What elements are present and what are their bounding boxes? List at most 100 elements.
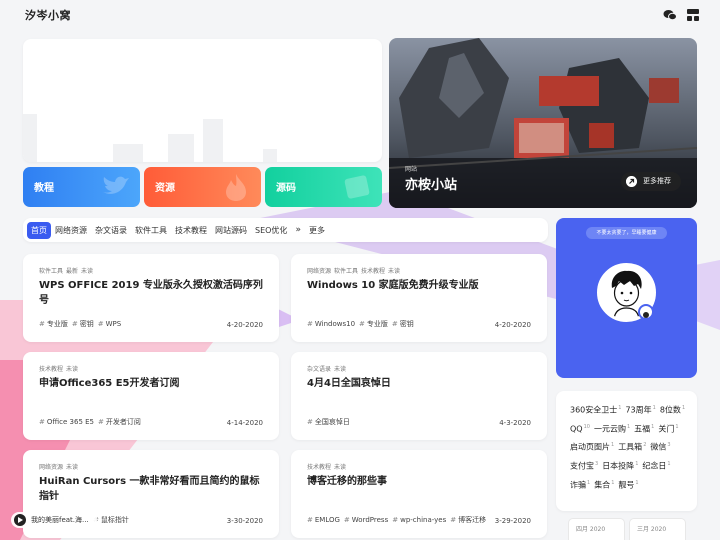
tag-count: 1: [667, 460, 671, 467]
category-source-code[interactable]: 源码: [265, 167, 382, 207]
nav-item-more[interactable]: 更多: [305, 222, 329, 239]
post-card[interactable]: 技术教程 未读 博客迁移的那些事 # EMLOG # WordPress # wp-chin…: [291, 450, 547, 538]
avatar-badge-icon: [638, 304, 654, 320]
tag-item[interactable]: 关门1: [658, 419, 678, 438]
tag-item[interactable]: 日本投降1: [602, 456, 638, 475]
tag-name: 一元云购: [593, 424, 626, 434]
category-resource[interactable]: 资源: [144, 167, 261, 207]
tag-name: 集合: [594, 480, 611, 490]
nav-item-home[interactable]: 首页: [27, 221, 51, 239]
post-keywords: #鼠标指针: [93, 516, 129, 524]
tag-item[interactable]: 集合1: [594, 475, 614, 494]
tag-list: 360安全卫士1 73周年1 8位数1QQ10 一元云购1 五福1 关门1启动页图片1 工具…: [570, 400, 690, 493]
tag-count: 2: [643, 442, 647, 449]
post-date: 3-30-2020: [226, 517, 263, 525]
tag-item[interactable]: 支付宝3: [570, 456, 598, 475]
tag-item[interactable]: 靓号1: [618, 475, 638, 494]
tag-count: 1: [675, 423, 679, 430]
bird-icon: [103, 176, 129, 194]
code-icon: [344, 175, 370, 199]
category-tutorial[interactable]: 教程: [23, 167, 140, 207]
tag-name: 诈骗: [570, 480, 586, 490]
featured-site-category: 网站: [405, 166, 418, 173]
post-keywords: # Windows10 # 专业版 # 密钥: [307, 320, 414, 328]
post-date: 3-29-2020: [494, 517, 531, 525]
tag-count: 1: [635, 479, 639, 486]
hero-banner-placeholder[interactable]: [23, 39, 382, 162]
post-tags: 网络资源 软件工具 技术教程 未读: [307, 268, 401, 275]
post-title[interactable]: 申请Office365 E5开发者订阅: [39, 376, 267, 391]
tag-count: 1: [611, 442, 615, 449]
wechat-icon[interactable]: [662, 7, 678, 23]
tag-item[interactable]: 8位数1: [660, 400, 685, 419]
tag-name: 360安全卫士: [570, 405, 618, 415]
tag-count: 1: [651, 423, 655, 430]
tag-name: 8位数: [659, 405, 681, 415]
category-tutorial-label: 教程: [34, 183, 54, 194]
post-title[interactable]: 博客迁移的那些事: [307, 474, 535, 489]
tag-name: 微信: [650, 442, 667, 452]
tag-count: 1: [635, 460, 639, 467]
post-card[interactable]: 网络资源 软件工具 技术教程 未读 Windows 10 家庭版免费升级专业版 # Wi…: [291, 254, 547, 342]
post-keywords: # EMLOG # WordPress # wp-china-yes # 博客迁移: [307, 516, 487, 524]
category-nav: 首页 网络资源 杂文语录 软件工具 技术教程 网站源码 SEO优化 » 更多: [23, 218, 548, 242]
tag-item[interactable]: 启动页图片1: [570, 437, 614, 456]
post-keywords: # 全国哀悼日: [307, 418, 350, 426]
tag-item[interactable]: 诈骗1: [570, 475, 590, 494]
tag-name: 工具箱: [618, 442, 643, 452]
layout-icon[interactable]: [685, 7, 701, 23]
tag-name: 纪念日: [642, 461, 667, 471]
tag-count: 1: [618, 405, 622, 411]
top-bar: 汐岑小窝: [0, 0, 720, 30]
site-title[interactable]: 汐岑小窝: [25, 7, 71, 23]
more-recommend-button[interactable]: 更多推荐: [621, 172, 681, 191]
post-title[interactable]: HuiRan Cursors 一款非常好看而且简约的鼠标指针: [39, 474, 267, 504]
profile-card: 不要太贪要了，早睡要健康: [556, 218, 697, 378]
flame-icon: [226, 174, 246, 201]
tag-item[interactable]: 纪念日1: [642, 456, 670, 475]
nav-item-software-tools[interactable]: 软件工具: [131, 222, 171, 239]
post-card[interactable]: 技术教程 未读 申请Office365 E5开发者订阅 # Office 365 E…: [23, 352, 279, 440]
post-title[interactable]: WPS OFFICE 2019 专业版永久授权激活码序列号: [39, 278, 267, 308]
nav-item-site-source[interactable]: 网站源码: [211, 222, 251, 239]
tag-name: 73周年: [625, 405, 652, 415]
tag-count: 1: [652, 405, 656, 411]
post-tags: 杂文语录 未读: [307, 366, 347, 373]
tag-name: 日本投降: [602, 461, 635, 471]
post-tags: 技术教程 未读: [39, 366, 79, 373]
post-date: 4-14-2020: [226, 419, 263, 427]
tag-item[interactable]: 五福1: [634, 419, 654, 438]
category-resource-label: 资源: [155, 183, 175, 194]
nav-item-network-resources[interactable]: 网络资源: [51, 222, 91, 239]
tag-item[interactable]: 73周年1: [625, 400, 655, 419]
featured-site-title[interactable]: 亦桉小站: [405, 174, 457, 193]
tag-item[interactable]: 微信3: [650, 437, 670, 456]
post-card[interactable]: 杂文语录 未读 4月4日全国哀悼日 # 全国哀悼日 4-3-2020: [291, 352, 547, 440]
tag-count: 1: [626, 423, 631, 430]
tag-item[interactable]: 一元云购1: [594, 419, 630, 438]
nav-item-tech-tutorials[interactable]: 技术教程: [171, 222, 211, 239]
nav-item-seo[interactable]: SEO优化: [251, 222, 291, 239]
nav-item-essays[interactable]: 杂文语录: [91, 222, 131, 239]
tag-count: 10: [583, 423, 590, 430]
nav-scroll-arrow[interactable]: »: [291, 225, 305, 235]
post-title[interactable]: Windows 10 家庭版免费升级专业版: [307, 278, 535, 293]
archive-april-2020[interactable]: 四月 2020: [568, 518, 625, 540]
tag-item[interactable]: QQ10: [570, 419, 590, 438]
post-title[interactable]: 4月4日全国哀悼日: [307, 376, 535, 391]
music-player[interactable]: 我的美丽feat.海...: [11, 512, 97, 528]
play-icon[interactable]: [14, 514, 26, 526]
featured-site-card[interactable]: 网站 亦桉小站 更多推荐: [389, 38, 697, 208]
tag-name: 启动页图片: [570, 442, 610, 452]
tag-count: 1: [587, 479, 591, 486]
post-card[interactable]: 软件工具 最新 未读 WPS OFFICE 2019 专业版永久授权激活码序列号 #…: [23, 254, 279, 342]
post-date: 4-3-2020: [499, 419, 531, 427]
profile-motto: 不要太贪要了，早睡要健康: [586, 227, 667, 239]
tag-name: 靓号: [618, 480, 635, 490]
arrow-up-right-icon: [626, 176, 637, 187]
tag-count: 1: [681, 405, 686, 411]
archive-march-2020[interactable]: 三月 2020: [629, 518, 686, 540]
tag-item[interactable]: 360安全卫士1: [570, 400, 621, 419]
tag-item[interactable]: 工具箱2: [618, 437, 646, 456]
tag-cloud: 360安全卫士1 73周年1 8位数1QQ10 一元云购1 五福1 关门1启动页图片1 工具…: [556, 391, 697, 511]
